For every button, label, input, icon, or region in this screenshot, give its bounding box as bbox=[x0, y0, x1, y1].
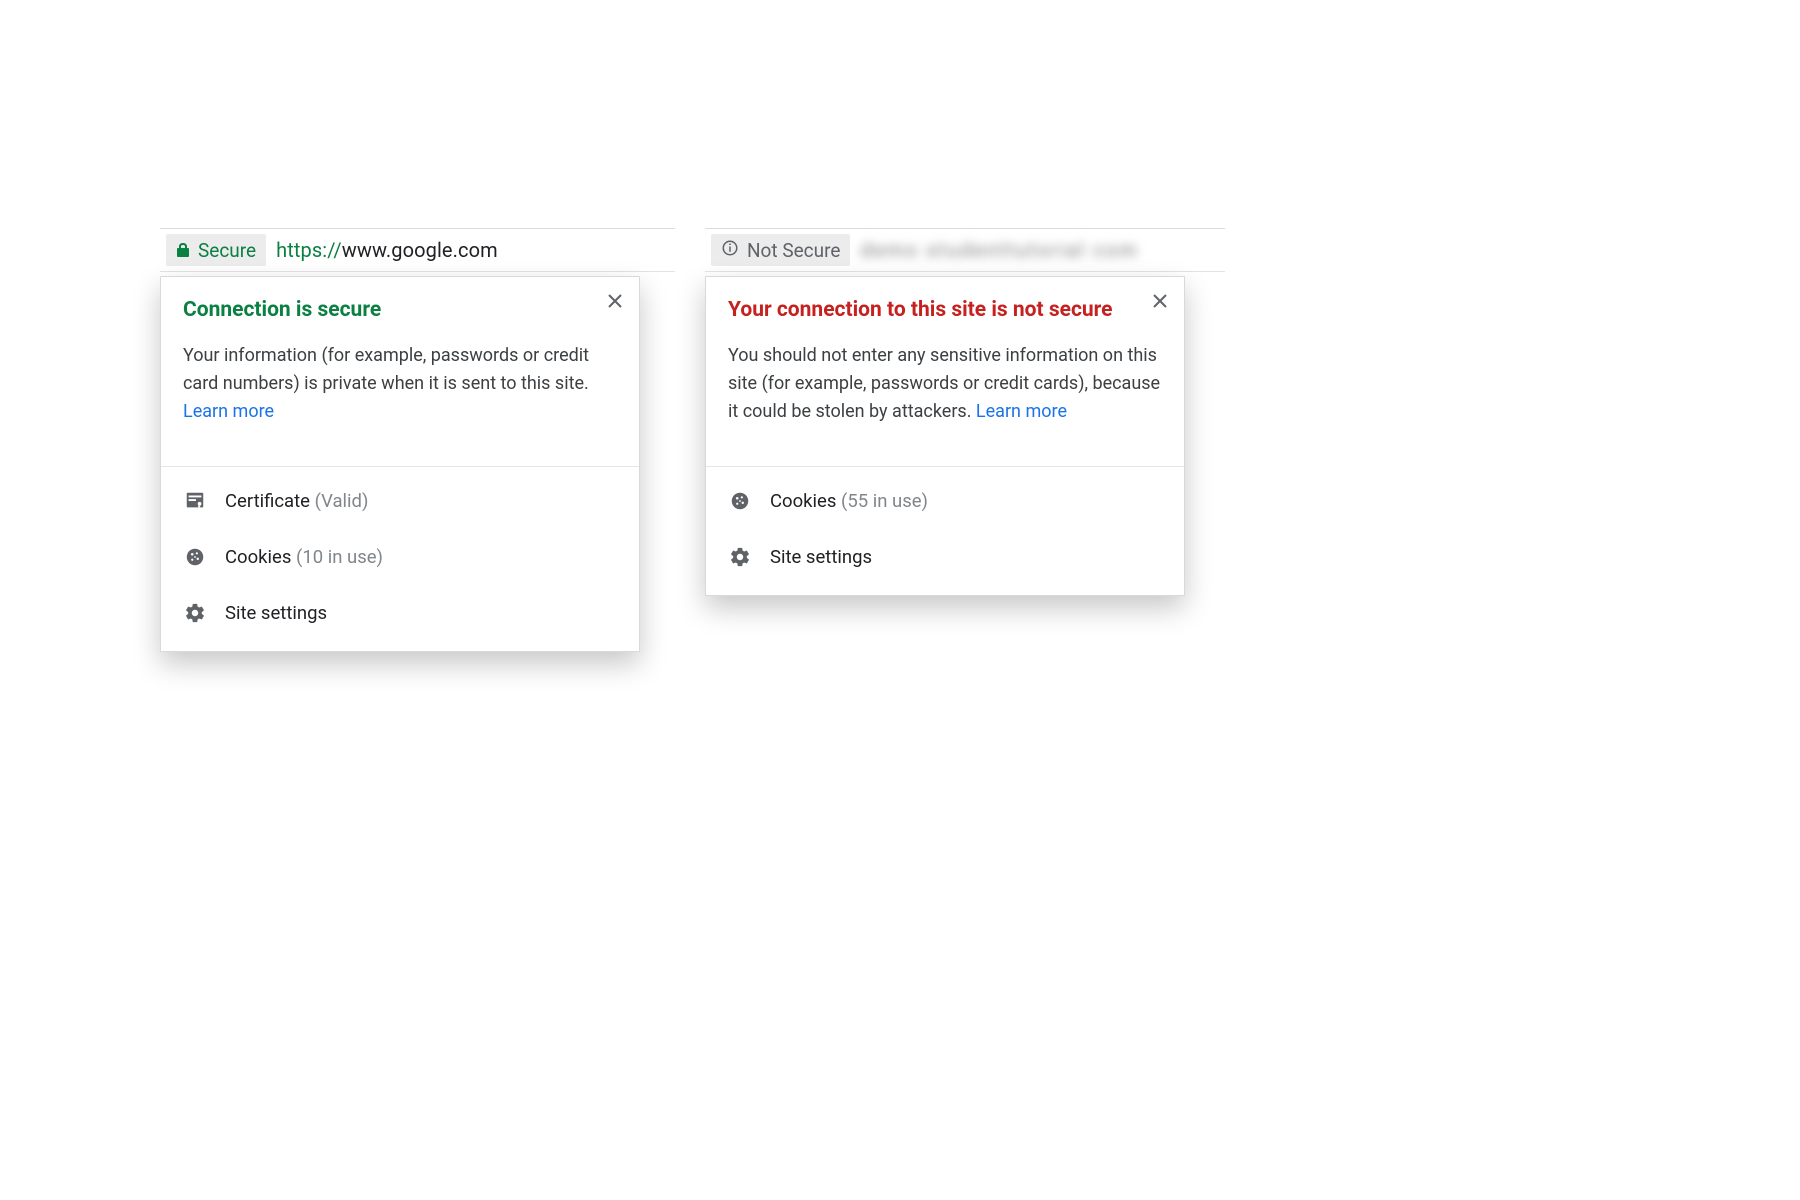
cookie-icon bbox=[728, 489, 752, 513]
security-chip-label: Secure bbox=[198, 239, 256, 262]
site-settings-row[interactable]: Site settings bbox=[706, 529, 1184, 585]
url-host: www.google.com bbox=[342, 238, 498, 262]
security-chip-label: Not Secure bbox=[747, 239, 840, 262]
close-button[interactable] bbox=[1146, 287, 1174, 315]
info-icon bbox=[721, 238, 739, 262]
gear-icon bbox=[183, 601, 207, 625]
site-settings-row[interactable]: Site settings bbox=[161, 585, 639, 641]
site-info-popover-not-secure: Your connection to this site is not secu… bbox=[705, 276, 1185, 596]
address-bar-right: Not Secure demo studenttutorial com bbox=[705, 228, 1225, 272]
cookies-label: Cookies (10 in use) bbox=[225, 546, 383, 568]
close-icon bbox=[1152, 293, 1168, 309]
popover-body: You should not enter any sensitive infor… bbox=[728, 342, 1162, 426]
site-settings-label: Site settings bbox=[770, 546, 872, 568]
close-icon bbox=[607, 293, 623, 309]
cookies-detail: (55 in use) bbox=[841, 490, 928, 512]
security-chip-not-secure[interactable]: Not Secure bbox=[711, 234, 850, 266]
address-bar-left: Secure https://www.google.com bbox=[160, 228, 675, 272]
lock-icon bbox=[176, 242, 190, 258]
cookies-label: Cookies (55 in use) bbox=[770, 490, 928, 512]
cookies-row[interactable]: Cookies (10 in use) bbox=[161, 529, 639, 585]
certificate-row[interactable]: Certificate (Valid) bbox=[161, 473, 639, 529]
popover-title: Your connection to this site is not secu… bbox=[728, 297, 1162, 324]
popover-body-text: You should not enter any sensitive infor… bbox=[728, 345, 1160, 422]
certificate-label: Certificate (Valid) bbox=[225, 490, 368, 512]
learn-more-link[interactable]: Learn more bbox=[183, 401, 274, 422]
site-info-popover-secure: Connection is secure Your information (f… bbox=[160, 276, 640, 652]
cookies-row[interactable]: Cookies (55 in use) bbox=[706, 473, 1184, 529]
popover-body: Your information (for example, passwords… bbox=[183, 342, 617, 426]
cookie-icon bbox=[183, 545, 207, 569]
certificate-detail: (Valid) bbox=[315, 490, 369, 512]
popover-body-text: Your information (for example, passwords… bbox=[183, 345, 589, 394]
certificate-icon bbox=[183, 489, 207, 513]
url-scheme: https:// bbox=[276, 238, 342, 262]
learn-more-link[interactable]: Learn more bbox=[976, 401, 1067, 422]
close-button[interactable] bbox=[601, 287, 629, 315]
popover-title: Connection is secure bbox=[183, 297, 617, 324]
url-display-blurred[interactable]: demo studenttutorial com bbox=[860, 238, 1138, 262]
cookies-detail: (10 in use) bbox=[296, 546, 383, 568]
site-settings-label: Site settings bbox=[225, 602, 327, 624]
url-display[interactable]: https://www.google.com bbox=[276, 238, 498, 262]
security-chip-secure[interactable]: Secure bbox=[166, 234, 266, 266]
gear-icon bbox=[728, 545, 752, 569]
